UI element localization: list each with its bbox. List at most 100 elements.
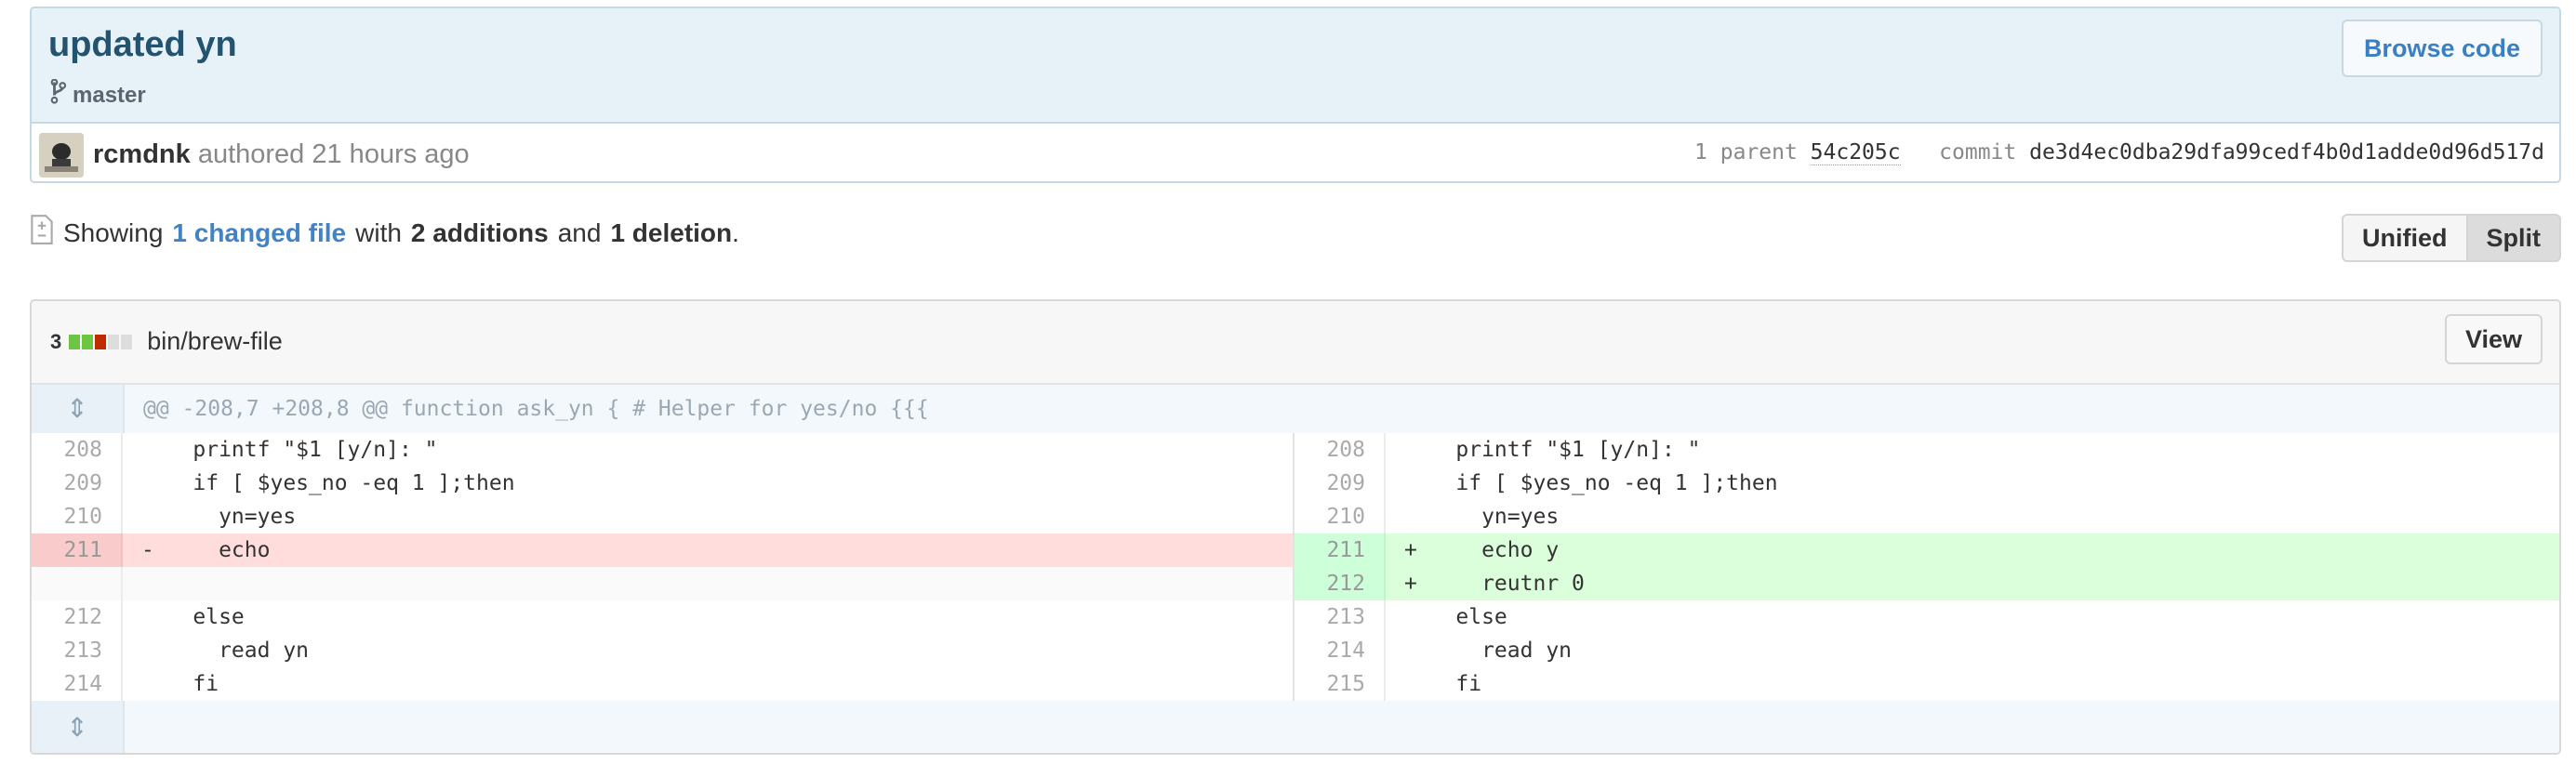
right-diff-line: 213 else <box>1293 600 2559 634</box>
diff-row: 214 fi 215 fi <box>32 667 2559 701</box>
hunk-footer <box>125 701 143 753</box>
code-line: + reutnr 0 <box>1404 572 1585 596</box>
deletions-count: 1 deletion <box>610 217 733 247</box>
right-diff-line: 208 printf "$1 [y/n]: " <box>1293 433 2559 467</box>
code-line: yn=yes <box>141 505 297 529</box>
line-number[interactable]: 208 <box>1295 433 1386 467</box>
code-line: else <box>141 605 245 629</box>
diff-row: 212 + reutnr 0 <box>32 567 2559 600</box>
diff-lines: 208 printf "$1 [y/n]: " 208 printf "$1 [y… <box>32 433 2559 701</box>
line-number[interactable]: 213 <box>1295 600 1386 634</box>
left-diff-line: 211 - echo <box>32 533 1293 567</box>
hunk-header-row: ⇕ @@ -208,7 +208,8 @@ function ask_yn { … <box>32 385 2559 433</box>
line-number[interactable]: 210 <box>32 500 123 533</box>
right-diff-line: 211 + echo y <box>1293 533 2559 567</box>
left-diff-line <box>32 567 1293 600</box>
diffstat-block <box>108 334 120 349</box>
diff-row: 212 else 213 else <box>32 600 2559 634</box>
author-name[interactable]: rcmdnk <box>93 139 191 169</box>
code-line: printf "$1 [y/n]: " <box>1404 438 1701 462</box>
line-number[interactable]: 214 <box>1295 634 1386 667</box>
parent-sha-link[interactable]: 54c205c <box>1810 140 1901 165</box>
diffstat-block <box>121 334 133 349</box>
code-line: read yn <box>1404 639 1573 663</box>
left-diff-line: 209 if [ $yes_no -eq 1 ];then <box>32 467 1293 500</box>
code-line: if [ $yes_no -eq 1 ];then <box>1404 471 1778 495</box>
diff-row: 208 printf "$1 [y/n]: " 208 printf "$1 [y… <box>32 433 2559 467</box>
sha-info: 1 parent 54c205c commit de3d4ec0dba29dfa… <box>1694 140 2544 165</box>
file-header: 3 bin/brew-file View <box>32 301 2559 385</box>
line-number[interactable]: 211 <box>1295 533 1386 567</box>
code-line: if [ $yes_no -eq 1 ];then <box>141 471 515 495</box>
left-diff-line: 212 else <box>32 600 1293 634</box>
right-diff-line: 215 fi <box>1293 667 2559 701</box>
and-text: and <box>557 217 602 247</box>
additions-count: 2 additions <box>410 217 549 247</box>
right-diff-line: 209 if [ $yes_no -eq 1 ];then <box>1293 467 2559 500</box>
code-line: fi <box>1404 672 1482 696</box>
diff-row: 209 if [ $yes_no -eq 1 ];then 209 if [ $y… <box>32 467 2559 500</box>
period-text: . <box>732 217 739 247</box>
diff-row: 210 yn=yes 210 yn=yes <box>32 500 2559 533</box>
line-number[interactable]: 212 <box>1295 567 1386 600</box>
code-line: else <box>1404 605 1507 629</box>
right-diff-line: 214 read yn <box>1293 634 2559 667</box>
view-file-button[interactable]: View <box>2444 314 2543 364</box>
changed-files-link[interactable]: 1 changed file <box>172 218 346 248</box>
line-number[interactable]: 210 <box>1295 500 1386 533</box>
diffstat-count: 3 <box>50 329 62 353</box>
code-line: fi <box>141 672 219 696</box>
line-number[interactable]: 211 <box>32 533 123 567</box>
avatar[interactable] <box>39 133 84 178</box>
file-info: 3 bin/brew-file <box>50 327 283 356</box>
code-line: - echo <box>141 538 271 562</box>
expand-down-icon[interactable]: ⇕ <box>32 701 125 753</box>
split-button[interactable]: Split <box>2467 214 2561 262</box>
commit-meta: rcmdnk authored 21 hours ago 1 parent 54… <box>32 124 2559 181</box>
code-line: yn=yes <box>1404 505 1560 529</box>
diffstat-block <box>95 334 107 349</box>
line-number[interactable]: 209 <box>1295 467 1386 500</box>
right-diff-line: 210 yn=yes <box>1293 500 2559 533</box>
line-number[interactable]: 214 <box>32 667 123 701</box>
line-number[interactable]: 212 <box>32 600 123 634</box>
left-diff-line: 213 read yn <box>32 634 1293 667</box>
diffstat-block <box>69 334 81 349</box>
commit-sha: de3d4ec0dba29dfa99cedf4b0d1adde0d96d517d <box>2029 140 2544 165</box>
hunk-header: @@ -208,7 +208,8 @@ function ask_yn { # … <box>143 397 929 421</box>
branch-name: master <box>73 82 146 108</box>
left-diff-line: 210 yn=yes <box>32 500 1293 533</box>
line-number[interactable]: 215 <box>1295 667 1386 701</box>
commit-title-area: updated yn master Browse code <box>32 8 2559 124</box>
line-number[interactable]: 213 <box>32 634 123 667</box>
branch-icon <box>48 78 67 112</box>
authored-time: authored 21 hours ago <box>197 139 470 169</box>
code-line: printf "$1 [y/n]: " <box>141 438 438 462</box>
unified-button[interactable]: Unified <box>2342 214 2468 262</box>
with-text: with <box>355 217 402 247</box>
line-number[interactable]: 208 <box>32 433 123 467</box>
code-line: read yn <box>141 639 310 663</box>
commit-title: updated yn <box>48 25 237 64</box>
code-line: + echo y <box>1404 538 1560 562</box>
diffstat-block <box>82 334 94 349</box>
diff-row: 213 read yn 214 read yn <box>32 634 2559 667</box>
line-number[interactable] <box>32 567 123 600</box>
parent-label: 1 parent <box>1694 140 1798 165</box>
diff-summary: Showing 1 changed file with 2 additions … <box>30 214 739 252</box>
diff-row: 211 - echo 211 + echo y <box>32 533 2559 567</box>
author-line: rcmdnk authored 21 hours ago <box>93 139 470 170</box>
hunk-footer-row: ⇕ <box>32 701 2559 753</box>
browse-code-button[interactable]: Browse code <box>2341 20 2543 77</box>
line-number[interactable]: 209 <box>32 467 123 500</box>
branch-label[interactable]: master <box>48 78 146 112</box>
left-diff-line: 208 printf "$1 [y/n]: " <box>32 433 1293 467</box>
file-diff: 3 bin/brew-file View ⇕ @@ -208,7 +208,8 … <box>30 299 2561 755</box>
showing-text: Showing <box>63 217 164 247</box>
file-name[interactable]: bin/brew-file <box>147 327 283 356</box>
left-diff-line: 214 fi <box>32 667 1293 701</box>
diffstat-blocks <box>69 334 133 349</box>
expand-up-icon[interactable]: ⇕ <box>32 385 125 433</box>
diff-view-toggle: Unified Split <box>2342 214 2561 262</box>
